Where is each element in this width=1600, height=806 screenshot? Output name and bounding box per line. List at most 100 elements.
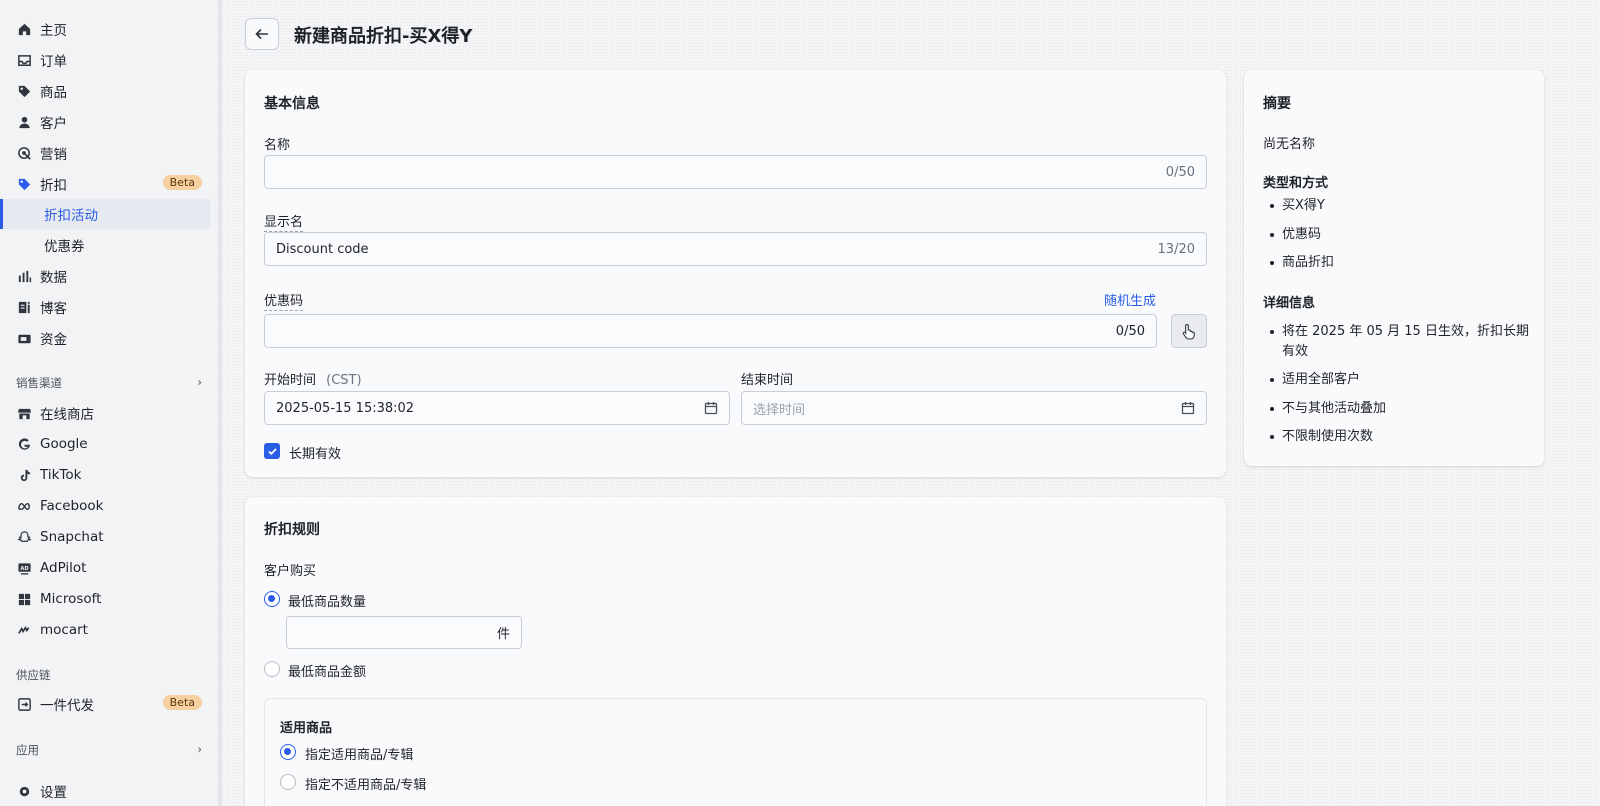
sidebar-item-home[interactable]: 主页	[0, 14, 214, 44]
apps-header[interactable]: 应用 ›	[16, 742, 202, 758]
start-time-label: 开始时间 (CST)	[264, 373, 362, 388]
applicable-products-box: 适用商品 指定适用商品/专辑 指定不适用商品/专辑	[264, 698, 1207, 806]
exclude-products-radio[interactable]	[280, 774, 296, 790]
check-icon	[267, 447, 277, 455]
discount-rules-card: 折扣规则 客户购买 最低商品数量 件 最低商品金额 适用商品 指定适用商品/专辑…	[245, 497, 1226, 806]
sidebar-item-adpilot[interactable]: AD AdPilot	[0, 553, 214, 583]
sidebar-item-facebook[interactable]: Facebook	[0, 491, 214, 521]
microsoft-icon	[16, 591, 32, 607]
include-products-radio[interactable]	[280, 744, 296, 760]
sidebar-item-blog[interactable]: 博客	[0, 292, 214, 322]
dropship-icon	[16, 696, 32, 712]
timezone-label: (CST)	[326, 373, 362, 388]
sidebar-item-dropship[interactable]: 一件代发 Beta	[0, 689, 214, 719]
sidebar-label: Microsoft	[40, 591, 102, 607]
char-counter: 13/20	[1157, 241, 1195, 257]
sidebar-item-products[interactable]: 商品	[0, 76, 214, 106]
min-amount-label: 最低商品金额	[288, 665, 367, 680]
applicable-products-title: 适用商品	[280, 721, 333, 736]
unit-suffix: 件	[496, 627, 510, 642]
name-label: 名称	[264, 138, 291, 153]
sidebar-label: 折扣	[40, 178, 67, 194]
arrow-left-icon	[255, 28, 268, 40]
sidebar-label: 一件代发	[40, 698, 94, 714]
beta-badge: Beta	[162, 695, 202, 710]
sidebar-label: 在线商店	[40, 407, 94, 423]
sidebar-item-analytics[interactable]: 数据	[0, 261, 214, 291]
long-term-checkbox[interactable]	[264, 443, 280, 459]
mocart-icon	[16, 622, 32, 638]
card-title: 折扣规则	[264, 522, 320, 538]
sidebar-item-snapchat[interactable]: Snapchat	[0, 522, 214, 552]
display-name-input[interactable]: Discount code 13/20	[264, 232, 1207, 266]
sidebar-label: TikTok	[40, 467, 82, 483]
code-label: 优惠码	[264, 290, 304, 311]
sidebar-item-coupons[interactable]: 优惠券	[0, 230, 210, 260]
meta-icon	[16, 498, 32, 514]
name-input[interactable]: 0/50	[264, 155, 1207, 189]
gear-icon	[16, 783, 32, 799]
end-time-input[interactable]: 选择时间	[741, 391, 1207, 425]
sidebar-item-finance[interactable]: 资金	[0, 323, 214, 353]
sidebar-label: 主页	[40, 23, 67, 39]
type-item: 优惠码	[1268, 225, 1528, 245]
min-qty-radio[interactable]	[264, 591, 280, 607]
blog-icon	[16, 299, 32, 315]
back-button[interactable]	[245, 18, 279, 50]
sidebar-item-orders[interactable]: 订单	[0, 45, 214, 75]
sidebar-label: 商品	[40, 85, 67, 101]
summary-name: 尚无名称	[1263, 137, 1316, 152]
sidebar-item-marketing[interactable]: 营销	[0, 138, 214, 168]
sidebar-item-mocart[interactable]: mocart	[0, 615, 214, 645]
char-counter: 0/50	[1115, 323, 1145, 339]
detail-item: 不与其他活动叠加	[1268, 399, 1528, 419]
sidebar-item-settings[interactable]: 设置	[0, 776, 214, 806]
code-action-button[interactable]	[1171, 314, 1207, 348]
sidebar-label: 博客	[40, 301, 67, 317]
sidebar-item-google[interactable]: Google	[0, 429, 214, 459]
bar-chart-icon	[16, 268, 32, 284]
basic-info-card: 基本信息 名称 0/50 显示名 Discount code 13/20 优惠码…	[245, 70, 1226, 477]
detail-title: 详细信息	[1263, 296, 1316, 311]
tiktok-icon	[16, 467, 32, 483]
sidebar-item-online-store[interactable]: 在线商店	[0, 398, 214, 428]
card-title: 摘要	[1263, 96, 1291, 112]
long-term-label: 长期有效	[289, 447, 342, 462]
tag-icon	[16, 83, 32, 99]
start-time-input[interactable]: 2025-05-15 15:38:02	[264, 391, 730, 425]
sidebar-item-customers[interactable]: 客户	[0, 107, 214, 137]
exclude-products-label: 指定不适用商品/专辑	[305, 778, 427, 793]
sidebar-label: Facebook	[40, 498, 104, 514]
type-item: 商品折扣	[1268, 253, 1528, 273]
min-qty-label: 最低商品数量	[288, 595, 367, 610]
sidebar-item-microsoft[interactable]: Microsoft	[0, 584, 214, 614]
char-counter: 0/50	[1165, 164, 1195, 180]
card-title: 基本信息	[264, 96, 320, 112]
min-qty-input[interactable]: 件	[286, 616, 522, 649]
supply-chain-header: 供应链	[16, 668, 51, 682]
include-products-label: 指定适用商品/专辑	[305, 748, 414, 763]
sidebar-item-discounts[interactable]: 折扣 Beta	[0, 169, 214, 199]
page-title: 新建商品折扣-买X得Y	[294, 26, 473, 47]
sidebar-label: Snapchat	[40, 529, 104, 545]
ghost-icon	[16, 529, 32, 545]
sidebar: 主页 订单 商品 客户 营销 折扣 Beta 折扣活动 优惠券 数据 博客 资金…	[0, 0, 222, 806]
end-time-label: 结束时间	[741, 373, 794, 388]
sidebar-label: AdPilot	[40, 560, 87, 576]
store-icon	[16, 405, 32, 421]
code-input[interactable]: 0/50	[264, 314, 1157, 348]
sidebar-label: 设置	[40, 785, 67, 801]
sidebar-label: 营销	[40, 147, 67, 163]
sidebar-label: 资金	[40, 332, 67, 348]
type-item: 买X得Y	[1268, 196, 1528, 216]
wallet-icon	[16, 330, 32, 346]
sidebar-item-discount-campaigns[interactable]: 折扣活动	[0, 199, 210, 229]
sidebar-label: Google	[40, 436, 88, 452]
sales-channels-header[interactable]: 销售渠道 ›	[16, 375, 202, 391]
display-name-label: 显示名	[264, 211, 304, 232]
discount-tag-icon	[16, 176, 32, 192]
ad-icon: AD	[16, 560, 32, 576]
min-amount-radio[interactable]	[264, 661, 280, 677]
sidebar-item-tiktok[interactable]: TikTok	[0, 460, 214, 490]
random-generate-link[interactable]: 随机生成	[1104, 290, 1156, 309]
